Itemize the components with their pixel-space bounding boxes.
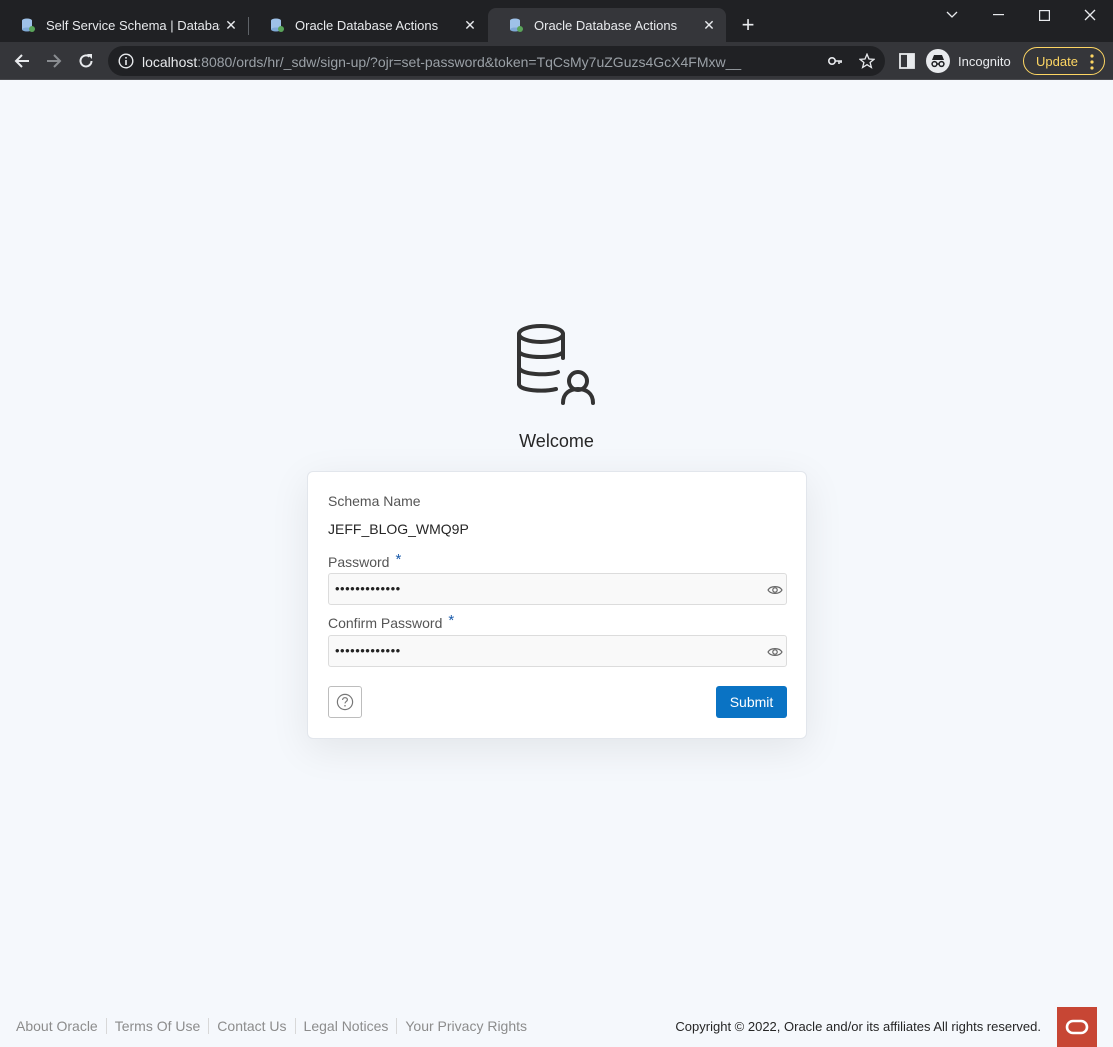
key-icon[interactable]: [827, 53, 843, 69]
database-user-icon: [517, 324, 595, 405]
url-host: localhost: [142, 54, 198, 70]
browser-tab-3-active[interactable]: Oracle Database Actions ✕: [488, 8, 726, 42]
close-tab-icon[interactable]: ✕: [698, 14, 720, 36]
tab-title: Self Service Schema | Database U: [46, 17, 220, 33]
database-favicon-icon: [22, 18, 35, 32]
tab-title: Oracle Database Actions: [534, 17, 678, 33]
more-vert-icon: [1090, 54, 1094, 70]
help-button[interactable]: [328, 686, 362, 718]
confirm-password-value: •••••••••••••: [335, 643, 401, 658]
close-icon: [1084, 9, 1096, 21]
footer-link-about-oracle[interactable]: About Oracle: [16, 1018, 106, 1034]
update-label: Update: [1036, 53, 1078, 69]
confirm-password-label-text: Confirm Password: [328, 615, 443, 631]
password-label: Password *: [328, 551, 402, 571]
minimize-button[interactable]: [975, 0, 1021, 30]
confirm-password-field[interactable]: •••••••••••••: [328, 635, 787, 667]
oracle-logo-icon: [1057, 1007, 1097, 1047]
page-content: Welcome Schema Name JEFF_BLOG_WMQ9P Pass…: [0, 80, 1113, 1047]
copyright-text: Copyright © 2022, Oracle and/or its affi…: [675, 1019, 1041, 1034]
welcome-heading: Welcome: [519, 431, 594, 451]
eye-icon[interactable]: [767, 645, 783, 659]
address-bar[interactable]: localhost:8080/ords/hr/_sdw/sign-up/?ojr…: [108, 46, 885, 76]
info-icon[interactable]: [118, 53, 134, 69]
arrow-right-icon: [47, 54, 62, 68]
forward-button[interactable]: [41, 48, 67, 74]
required-marker: *: [395, 551, 402, 568]
schema-name-value: JEFF_BLOG_WMQ9P: [328, 521, 469, 537]
browser-tab-2[interactable]: Oracle Database Actions ✕: [249, 8, 487, 42]
arrow-left-icon: [14, 54, 29, 68]
footer-links: About Oracle Terms Of Use Contact Us Leg…: [16, 1018, 535, 1034]
password-field[interactable]: •••••••••••••: [328, 573, 787, 605]
help-icon: [336, 693, 354, 711]
tab-search-button[interactable]: [929, 0, 975, 30]
star-icon[interactable]: [859, 53, 875, 69]
minimize-icon: [992, 14, 1004, 16]
set-password-form: Schema Name JEFF_BLOG_WMQ9P Password * ••…: [307, 471, 807, 739]
footer-link-legal-notices[interactable]: Legal Notices: [294, 1018, 397, 1034]
schema-name-label: Schema Name: [328, 493, 421, 509]
footer-link-privacy-rights[interactable]: Your Privacy Rights: [396, 1018, 535, 1034]
reload-button[interactable]: [73, 48, 99, 74]
url-path: :8080/ords/hr/_sdw/sign-up/?ojr=set-pass…: [197, 54, 742, 70]
reload-icon: [79, 54, 93, 68]
password-value: •••••••••••••: [335, 581, 401, 596]
back-button[interactable]: [9, 48, 35, 74]
required-marker: *: [448, 612, 455, 629]
new-tab-button[interactable]: +: [737, 14, 759, 37]
close-tab-icon[interactable]: ✕: [220, 14, 242, 36]
incognito-indicator[interactable]: Incognito: [926, 46, 1011, 76]
close-tab-icon[interactable]: ✕: [459, 14, 481, 36]
incognito-label: Incognito: [958, 53, 1011, 69]
submit-button[interactable]: Submit: [716, 686, 787, 718]
browser-tab-1[interactable]: Self Service Schema | Database U ✕: [0, 8, 248, 42]
browser-toolbar: localhost:8080/ords/hr/_sdw/sign-up/?ojr…: [0, 42, 1113, 80]
maximize-button[interactable]: [1021, 0, 1067, 30]
url-text[interactable]: localhost:8080/ords/hr/_sdw/sign-up/?ojr…: [142, 54, 741, 70]
incognito-icon: [926, 49, 950, 73]
browser-tab-bar: Self Service Schema | Database U ✕ Oracl…: [0, 0, 1113, 42]
close-window-button[interactable]: [1067, 0, 1113, 30]
database-favicon-icon: [271, 18, 284, 32]
tab-title: Oracle Database Actions: [295, 17, 439, 33]
update-button[interactable]: Update: [1023, 47, 1105, 75]
chevron-down-icon: [946, 11, 958, 18]
database-favicon-icon: [510, 18, 523, 32]
confirm-password-label: Confirm Password *: [328, 612, 455, 632]
sidepanel-icon[interactable]: [899, 53, 915, 69]
maximize-icon: [1038, 9, 1050, 21]
footer-link-contact-us[interactable]: Contact Us: [208, 1018, 294, 1034]
password-label-text: Password: [328, 554, 390, 570]
eye-icon[interactable]: [767, 583, 783, 597]
footer-link-terms-of-use[interactable]: Terms Of Use: [105, 1018, 209, 1034]
